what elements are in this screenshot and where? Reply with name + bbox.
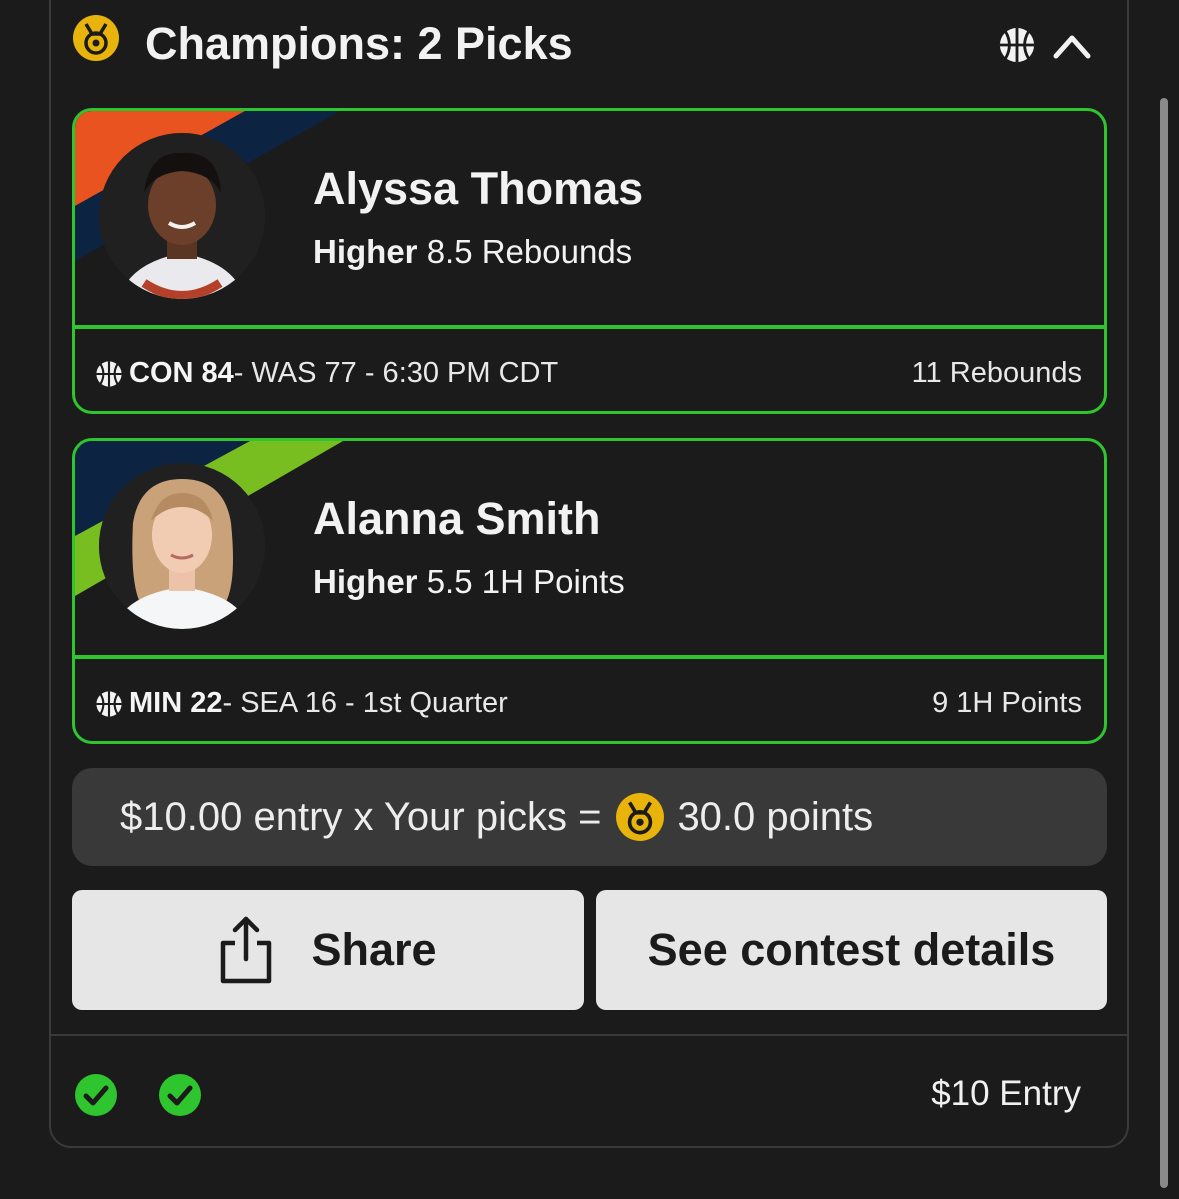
team-abbr: CON <box>129 357 194 389</box>
game-info: CON 84 - WAS 77 - 6:30 PM CDT <box>95 357 558 390</box>
chevron-up-icon[interactable] <box>1052 28 1092 62</box>
pick-direction: Higher <box>313 233 418 270</box>
summary-text: $10.00 entry x Your picks = <box>120 794 602 839</box>
game-status: - WAS 77 - 6:30 PM CDT <box>233 357 559 389</box>
player-avatar <box>99 133 265 299</box>
card-divider <box>75 655 1104 659</box>
summary-points: 30.0 points <box>677 794 874 839</box>
pick-card[interactable]: Alyssa Thomas Higher 8.5 Rebounds CON 84… <box>72 108 1107 414</box>
card-divider <box>75 325 1104 329</box>
basketball-icon <box>95 690 123 718</box>
details-label: See contest details <box>647 924 1056 975</box>
player-name: Alyssa Thomas <box>313 163 644 214</box>
team-score: 22 <box>190 687 223 719</box>
scrollbar[interactable] <box>1160 98 1168 1188</box>
pick-stat-line: 8.5 Rebounds <box>426 233 633 270</box>
team-abbr: MIN <box>129 687 183 719</box>
payout-summary: $10.00 entry x Your picks = 30.0 points <box>72 768 1107 866</box>
pick-result: 11 Rebounds <box>911 357 1082 389</box>
pick-line: Higher 5.5 1H Points <box>313 563 625 601</box>
player-avatar <box>99 463 265 629</box>
pick-line: Higher 8.5 Rebounds <box>313 233 632 271</box>
medal-icon <box>72 14 120 62</box>
pick-stat-line: 5.5 1H Points <box>426 563 625 600</box>
check-circle-icon <box>74 1073 118 1117</box>
medal-icon <box>615 792 665 842</box>
pick-direction: Higher <box>313 563 418 600</box>
game-status: - SEA 16 - 1st Quarter <box>222 687 508 719</box>
entry-amount: $10 Entry <box>931 1074 1081 1113</box>
contest-details-button[interactable]: See contest details <box>596 890 1107 1010</box>
share-button[interactable]: Share <box>72 890 584 1010</box>
pick-result: 9 1H Points <box>932 687 1082 719</box>
footer-divider <box>50 1034 1128 1036</box>
pick-card[interactable]: Alanna Smith Higher 5.5 1H Points MIN 22… <box>72 438 1107 744</box>
game-info: MIN 22 - SEA 16 - 1st Quarter <box>95 687 508 720</box>
basketball-icon <box>998 26 1036 64</box>
entry-title: Champions: 2 Picks <box>145 18 573 69</box>
basketball-icon <box>95 360 123 388</box>
team-score: 84 <box>201 357 234 389</box>
check-circle-icon <box>158 1073 202 1117</box>
entry-header[interactable]: Champions: 2 Picks <box>72 10 1122 69</box>
player-name: Alanna Smith <box>313 493 601 544</box>
share-label: Share <box>311 924 437 975</box>
share-icon <box>221 916 272 984</box>
